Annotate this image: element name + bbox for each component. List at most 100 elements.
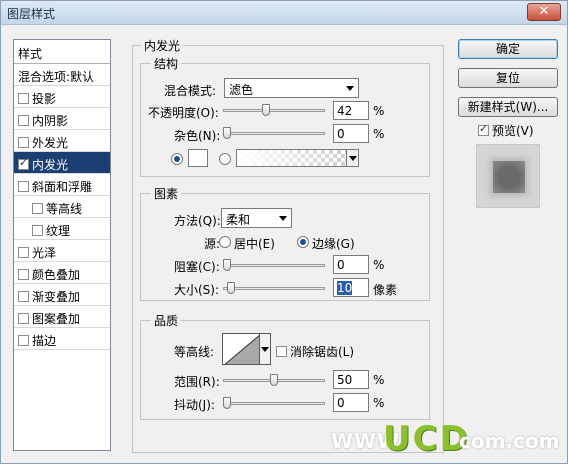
- chevron-down-icon: [279, 216, 287, 221]
- style-item[interactable]: 渐变叠加: [14, 284, 110, 306]
- antialias-row[interactable]: 消除锯齿(L): [276, 343, 354, 360]
- chevron-down-icon[interactable]: [346, 150, 358, 166]
- window-title: 图层样式: [7, 7, 56, 21]
- new-style-button[interactable]: 新建样式(W)...: [458, 97, 558, 117]
- gradient-picker[interactable]: [236, 149, 359, 167]
- style-item[interactable]: 描边: [14, 328, 110, 350]
- style-item-checkbox[interactable]: [18, 156, 29, 170]
- opacity-label: 不透明度(O):: [148, 106, 219, 120]
- source-center-radio[interactable]: [219, 236, 231, 248]
- style-item-checkbox[interactable]: [18, 181, 29, 192]
- preview-thumbnail: [493, 161, 525, 193]
- style-item-label: 图案叠加: [32, 312, 81, 326]
- preview-checkbox-row[interactable]: 预览(V): [478, 122, 534, 139]
- style-preview: [476, 144, 540, 208]
- source-label: 源:: [204, 237, 221, 251]
- preview-checkbox[interactable]: [478, 122, 489, 136]
- style-item-checkbox[interactable]: [18, 115, 29, 126]
- range-slider-thumb[interactable]: [270, 374, 278, 386]
- style-item[interactable]: 等高线: [14, 196, 110, 218]
- style-item-checkbox[interactable]: [18, 269, 29, 280]
- source-edge-label[interactable]: 边缘(G): [312, 235, 355, 252]
- size-slider[interactable]: [223, 282, 325, 294]
- source-center-label[interactable]: 居中(E): [234, 235, 275, 252]
- blend-mode-select[interactable]: 滤色: [224, 78, 359, 98]
- jitter-input[interactable]: 0: [333, 393, 369, 412]
- watermark: WWW. UCD com.com: [331, 419, 561, 459]
- size-unit: 像素: [373, 283, 398, 297]
- structure-title: 结构: [151, 55, 182, 72]
- close-button[interactable]: ✕: [527, 3, 561, 21]
- style-item-label: 等高线: [46, 202, 83, 216]
- style-item-label: 描边: [32, 334, 57, 348]
- opacity-slider[interactable]: [223, 104, 325, 116]
- noise-percent: %: [373, 127, 385, 141]
- solid-color-radio[interactable]: [171, 153, 183, 165]
- style-item[interactable]: 图案叠加: [14, 306, 110, 328]
- watermark-brand: UCD: [383, 419, 470, 459]
- style-item-label: 外发光: [32, 136, 69, 150]
- opacity-input[interactable]: 42: [333, 101, 369, 120]
- antialias-label: 消除锯齿(L): [290, 345, 355, 359]
- antialias-checkbox[interactable]: [276, 346, 287, 357]
- style-item[interactable]: 内发光: [14, 152, 110, 174]
- contour-linear-icon: [224, 335, 259, 364]
- style-item[interactable]: 纹理: [14, 218, 110, 240]
- jitter-slider[interactable]: [223, 397, 325, 409]
- style-item[interactable]: 斜面和浮雕: [14, 174, 110, 196]
- style-item-label: 纹理: [46, 224, 71, 238]
- style-item-checkbox[interactable]: [32, 203, 43, 214]
- size-label: 大小(S):: [174, 283, 220, 297]
- source-edge-radio[interactable]: [297, 236, 309, 248]
- range-input[interactable]: 50: [333, 370, 369, 389]
- style-item-checkbox[interactable]: [18, 137, 29, 148]
- blend-options-item[interactable]: 混合选项:默认: [14, 64, 110, 86]
- style-item-checkbox[interactable]: [32, 225, 43, 236]
- jitter-label: 抖动(J):: [174, 398, 215, 412]
- style-list-header[interactable]: 样式: [14, 40, 110, 64]
- range-slider[interactable]: [223, 374, 325, 386]
- style-item[interactable]: 内阴影: [14, 108, 110, 130]
- glow-color-swatch[interactable]: [188, 149, 208, 167]
- noise-slider-thumb[interactable]: [223, 127, 231, 139]
- choke-slider-thumb[interactable]: [223, 259, 231, 271]
- noise-slider[interactable]: [223, 127, 325, 139]
- contour-dropdown-arrow[interactable]: [260, 333, 271, 365]
- style-item-checkbox[interactable]: [18, 291, 29, 302]
- noise-label: 杂色(N):: [174, 129, 221, 143]
- size-value: 10: [337, 281, 353, 295]
- blend-mode-value: 滤色: [229, 83, 254, 97]
- style-item-checkbox[interactable]: [18, 313, 29, 324]
- noise-input[interactable]: 0: [333, 124, 369, 143]
- title-bar: 图层样式 ✕: [1, 1, 567, 25]
- style-item[interactable]: 投影: [14, 86, 110, 108]
- blend-mode-label: 混合模式:: [164, 84, 217, 98]
- style-item-checkbox[interactable]: [18, 335, 29, 346]
- contour-picker[interactable]: [222, 333, 260, 365]
- ok-button[interactable]: 确定: [458, 39, 558, 59]
- style-item[interactable]: 颜色叠加: [14, 262, 110, 284]
- style-list: 样式 混合选项:默认 投影内阴影外发光内发光斜面和浮雕等高线纹理光泽颜色叠加渐变…: [13, 39, 111, 451]
- style-item-checkbox[interactable]: [18, 247, 29, 258]
- choke-slider[interactable]: [223, 259, 325, 271]
- style-item-label: 颜色叠加: [32, 268, 81, 282]
- contour-label: 等高线:: [174, 345, 215, 359]
- elements-title: 图素: [151, 185, 182, 202]
- inner-glow-title: 内发光: [141, 37, 184, 54]
- style-item-label: 投影: [32, 92, 57, 106]
- size-slider-thumb[interactable]: [227, 282, 235, 294]
- range-label: 范围(R):: [174, 375, 220, 389]
- opacity-slider-thumb[interactable]: [262, 104, 270, 116]
- style-item[interactable]: 光泽: [14, 240, 110, 262]
- size-input[interactable]: 10: [333, 278, 369, 297]
- choke-input[interactable]: 0: [333, 255, 369, 274]
- method-select[interactable]: 柔和: [221, 208, 292, 228]
- style-item[interactable]: 外发光: [14, 130, 110, 152]
- style-item-checkbox[interactable]: [18, 93, 29, 104]
- reset-button[interactable]: 复位: [458, 68, 558, 88]
- method-label: 方法(Q):: [174, 214, 221, 228]
- watermark-com: com.com: [459, 429, 560, 453]
- jitter-slider-thumb[interactable]: [223, 397, 231, 409]
- gradient-radio[interactable]: [219, 153, 231, 165]
- preview-label: 预览(V): [492, 124, 534, 138]
